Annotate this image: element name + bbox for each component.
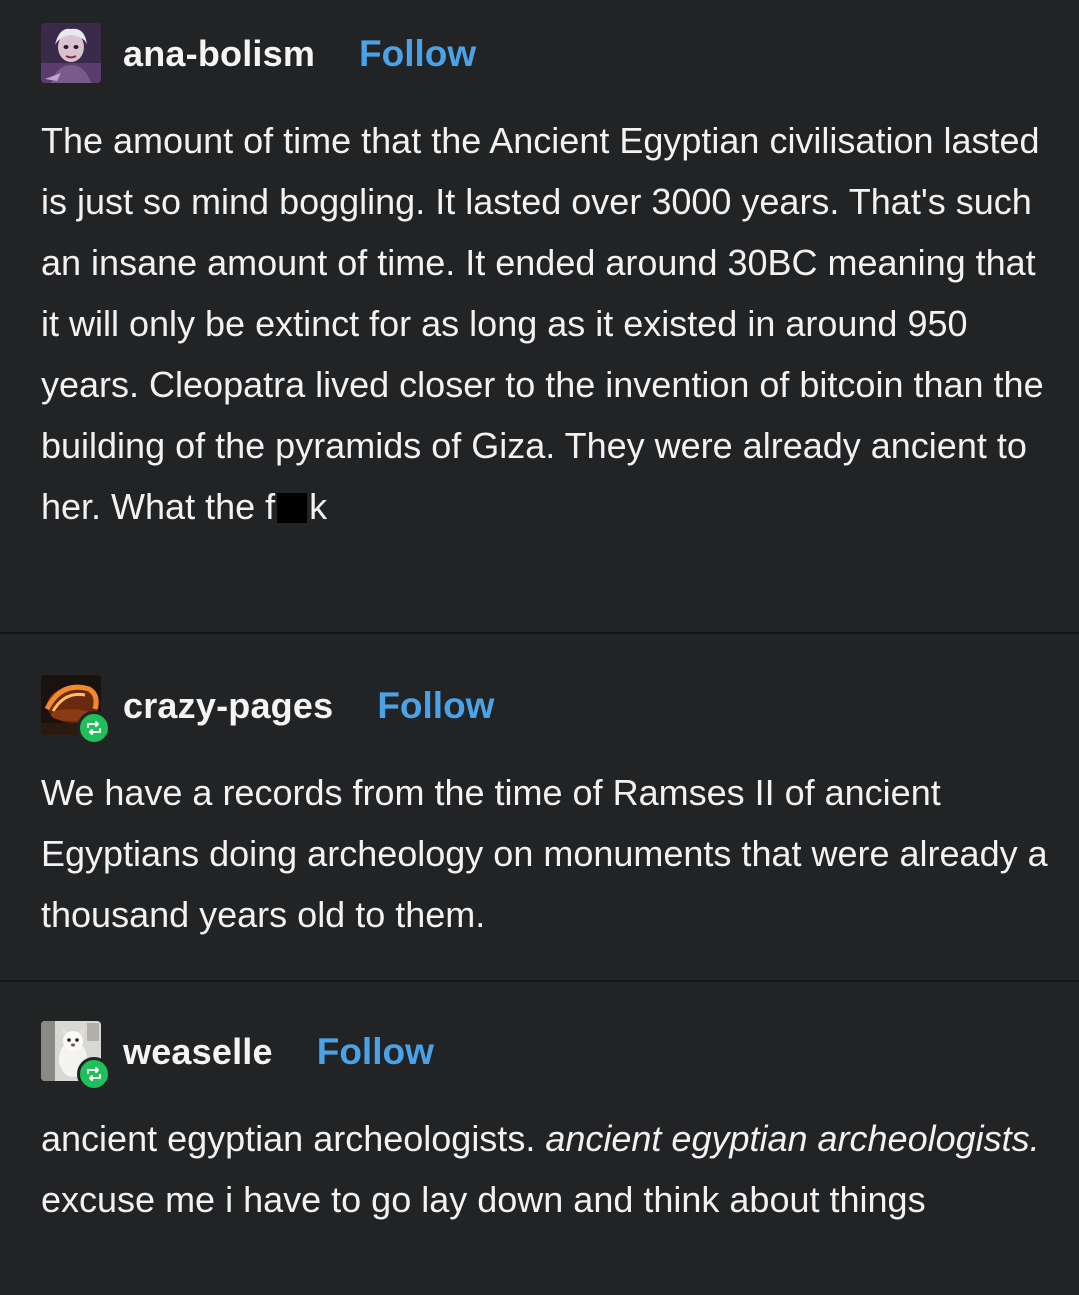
post-ana-bolism: ana-bolism Follow The amount of time tha… [0, 0, 1079, 634]
reblog-icon [77, 1057, 111, 1091]
post-text-end: excuse me i have to go lay down and thin… [41, 1179, 926, 1220]
post-weaselle: weaselle Follow ancient egyptian archeol… [0, 982, 1079, 1295]
post-header: ana-bolism Follow [41, 22, 476, 86]
reblog-icon [77, 711, 111, 745]
username[interactable]: weaselle [123, 1031, 273, 1073]
follow-button[interactable]: Follow [377, 685, 494, 727]
user-avatar-icon[interactable] [41, 23, 101, 83]
post-body: We have a records from the time of Ramse… [41, 772, 1048, 935]
username[interactable]: crazy-pages [123, 685, 333, 727]
username[interactable]: ana-bolism [123, 33, 315, 75]
post-header: crazy-pages Follow [41, 674, 494, 745]
avatar[interactable] [41, 1021, 111, 1091]
follow-button[interactable]: Follow [317, 1031, 434, 1073]
follow-button[interactable]: Follow [359, 33, 476, 75]
post-body: The amount of time that the Ancient Egyp… [41, 110, 1051, 537]
post-header: weaselle Follow [41, 1020, 434, 1091]
post-text-italic: ancient egyptian archeologists. [545, 1118, 1040, 1159]
post-crazy-pages: crazy-pages Follow We have a records fro… [0, 634, 1079, 982]
post-text: The amount of time that the Ancient Egyp… [41, 120, 1044, 527]
post-body: ancient egyptian archeologists. ancient … [41, 1108, 1051, 1230]
post-text-end: k [309, 486, 328, 527]
redaction-block [277, 493, 308, 523]
post-text: ancient egyptian archeologists. [41, 1118, 546, 1159]
avatar[interactable] [41, 23, 103, 85]
avatar[interactable] [41, 675, 111, 745]
